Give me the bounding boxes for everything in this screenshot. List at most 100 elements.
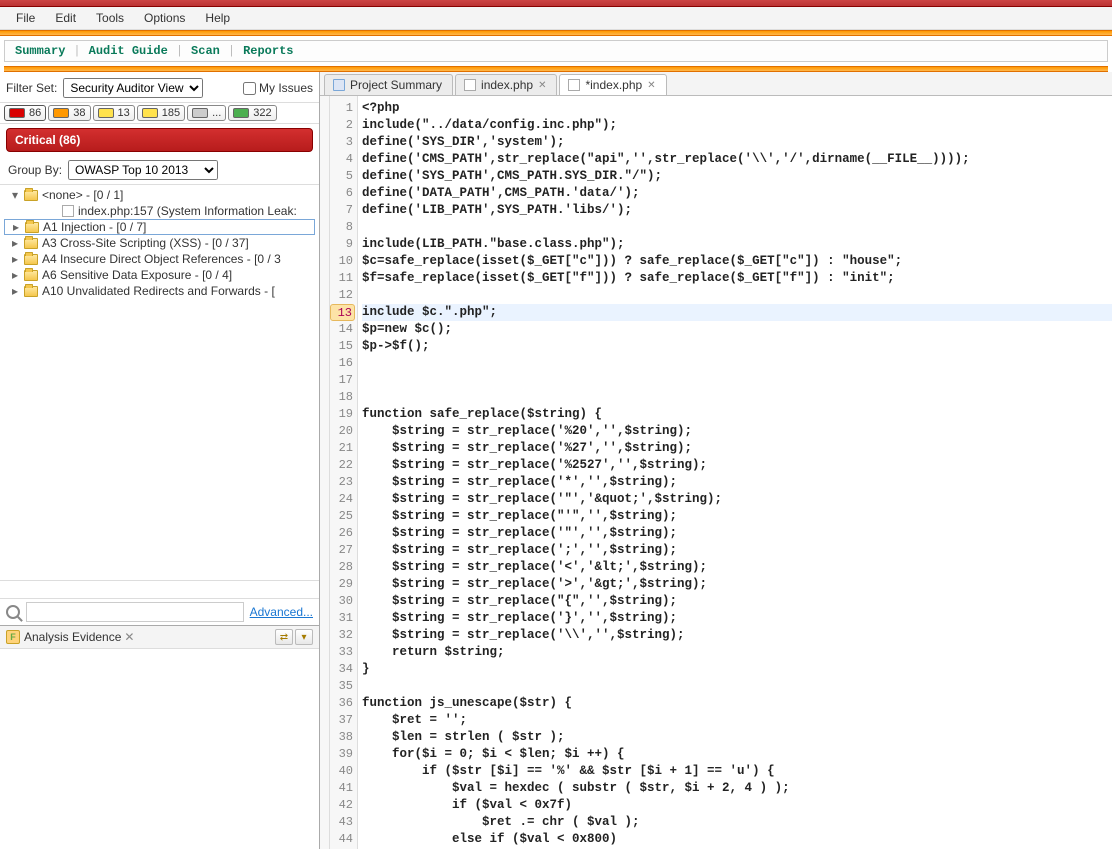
line-number: 14 [330, 321, 353, 338]
severity-count-value: 322 [253, 107, 271, 119]
severity-count-orange[interactable]: 38 [48, 105, 90, 121]
folder-icon [24, 190, 38, 201]
editor-tab[interactable]: index.php✕ [455, 74, 557, 95]
tree-row[interactable]: index.php:157 (System Information Leak: [4, 203, 315, 219]
menu-help[interactable]: Help [195, 9, 240, 27]
issues-tree[interactable]: ▾ <none> - [0 / 1]index.php:157 (System I… [0, 185, 319, 580]
tree-horizontal-scrollbar[interactable] [0, 580, 319, 598]
expander-closed-icon[interactable]: ▸ [10, 268, 20, 282]
code-line: $string = str_replace('*','',$string); [362, 474, 1112, 491]
editor-tab-label: *index.php [585, 78, 642, 92]
search-input[interactable] [26, 602, 244, 622]
nav-scan[interactable]: Scan [191, 44, 220, 58]
my-issues-label: My Issues [259, 81, 313, 95]
code-line: $string = str_replace('%27','',$string); [362, 440, 1112, 457]
expander-closed-icon[interactable]: ▸ [10, 252, 20, 266]
close-tab-icon[interactable]: ✕ [647, 80, 655, 91]
line-number: 35 [330, 678, 353, 695]
analysis-evidence-title: Analysis Evidence [20, 630, 121, 644]
tree-row-label: <none> - [0 / 1] [42, 188, 123, 202]
close-icon[interactable]: ✕ [121, 630, 134, 644]
menu-options[interactable]: Options [134, 9, 195, 27]
severity-count-yellow[interactable]: 13 [93, 105, 135, 121]
analysis-evidence-body [0, 649, 319, 849]
severity-count-value: ... [212, 107, 221, 119]
code-line: else if ($val < 0x800) [362, 831, 1112, 848]
code-line: $c=safe_replace(isset($_GET["c"])) ? saf… [362, 253, 1112, 270]
code-line: $string = str_replace('%2527','',$string… [362, 457, 1112, 474]
code-line: $ret .= chr ( $val ); [362, 814, 1112, 831]
editor-tabs: Project Summary index.php✕ *index.php ✕ [320, 72, 1112, 96]
nav-reports[interactable]: Reports [243, 44, 293, 58]
tree-row[interactable]: ▸ A1 Injection - [0 / 7] [4, 219, 315, 235]
code-line: include("../data/config.inc.php"); [362, 117, 1112, 134]
severity-count-value: 86 [29, 107, 41, 119]
code-line: $string = str_replace('<','&lt;',$string… [362, 559, 1112, 576]
code-line: <?php [362, 100, 1112, 117]
line-number: 15 [330, 338, 353, 355]
severity-count-green[interactable]: 322 [228, 105, 276, 121]
severity-swatch-icon [192, 108, 208, 118]
evidence-tool-sync[interactable]: ⇄ [275, 629, 293, 645]
editor-tab[interactable]: *index.php ✕ [559, 74, 666, 95]
line-number: 8 [330, 219, 353, 236]
severity-count-red[interactable]: 86 [4, 105, 46, 121]
code-line: $val = hexdec ( substr ( $str, $i + 2, 4… [362, 780, 1112, 797]
line-number: 32 [330, 627, 353, 644]
group-by-label: Group By: [8, 163, 62, 177]
issues-panel: Filter Set: Security Auditor View My Iss… [0, 72, 320, 849]
line-number: 12 [330, 287, 353, 304]
close-tab-icon[interactable]: ✕ [538, 80, 546, 91]
code-line: $string = str_replace(';','',$string); [362, 542, 1112, 559]
code-line: $p->$f(); [362, 338, 1112, 355]
tree-row[interactable]: ▸A4 Insecure Direct Object References - … [4, 251, 315, 267]
line-number: 33 [330, 644, 353, 661]
tree-row[interactable]: ▸A3 Cross-Site Scripting (XSS) - [0 / 37… [4, 235, 315, 251]
analysis-evidence-header: F Analysis Evidence ✕ ⇄ ▾ [0, 625, 319, 649]
my-issues-input[interactable] [243, 82, 256, 95]
my-issues-checkbox[interactable]: My Issues [243, 81, 313, 95]
editor-tab[interactable]: Project Summary [324, 74, 453, 95]
nav-summary[interactable]: Summary [15, 44, 65, 58]
line-number: 44 [330, 831, 353, 848]
tree-row-label: A6 Sensitive Data Exposure - [0 / 4] [42, 268, 232, 282]
group-by-bar: Group By: OWASP Top 10 2013 [0, 156, 319, 185]
expander-closed-icon[interactable]: ▸ [10, 236, 20, 250]
line-number: 28 [330, 559, 353, 576]
accent-strip-top [0, 30, 1112, 36]
nav-audit-guide[interactable]: Audit Guide [89, 44, 168, 58]
advanced-search-link[interactable]: Advanced... [250, 605, 313, 619]
severity-count-yellow2[interactable]: 185 [137, 105, 185, 121]
tree-row-label: A10 Unvalidated Redirects and Forwards -… [42, 284, 275, 298]
tree-row[interactable]: ▸ A10 Unvalidated Redirects and Forwards … [4, 283, 315, 299]
expander-closed-icon[interactable]: ▸ [11, 220, 21, 234]
line-number: 43 [330, 814, 353, 831]
filter-set-select[interactable]: Security Auditor View [63, 78, 203, 98]
expander-open-icon[interactable]: ▾ [10, 188, 20, 202]
line-number: 25 [330, 508, 353, 525]
menu-tools[interactable]: Tools [86, 9, 134, 27]
menu-edit[interactable]: Edit [45, 9, 86, 27]
evidence-tool-menu[interactable]: ▾ [295, 629, 313, 645]
editor-tab-label: Project Summary [350, 78, 442, 92]
file-icon [62, 205, 74, 217]
line-number: 7 [330, 202, 353, 219]
tree-row-label: A1 Injection - [0 / 7] [43, 220, 146, 234]
folder-icon [24, 270, 38, 281]
severity-count-gray[interactable]: ... [187, 105, 226, 121]
line-number: 6 [330, 185, 353, 202]
expander-closed-icon[interactable]: ▸ [10, 284, 20, 298]
code-line [362, 219, 1112, 236]
tree-row[interactable]: ▾ <none> - [0 / 1] [4, 187, 315, 203]
code-line: $string = str_replace('"','',$string); [362, 525, 1112, 542]
line-number: 40 [330, 763, 353, 780]
window-titlebar [0, 0, 1112, 7]
menu-file[interactable]: File [6, 9, 45, 27]
tree-row[interactable]: ▸ A6 Sensitive Data Exposure - [0 / 4] [4, 267, 315, 283]
group-by-select[interactable]: OWASP Top 10 2013 [68, 160, 218, 180]
code-line: } [362, 661, 1112, 678]
line-number: 27 [330, 542, 353, 559]
line-number: 23 [330, 474, 353, 491]
code-line: define('SYS_PATH',CMS_PATH.SYS_DIR."/"); [362, 168, 1112, 185]
code-area[interactable]: <?phpinclude("../data/config.inc.php"); d… [358, 96, 1112, 849]
